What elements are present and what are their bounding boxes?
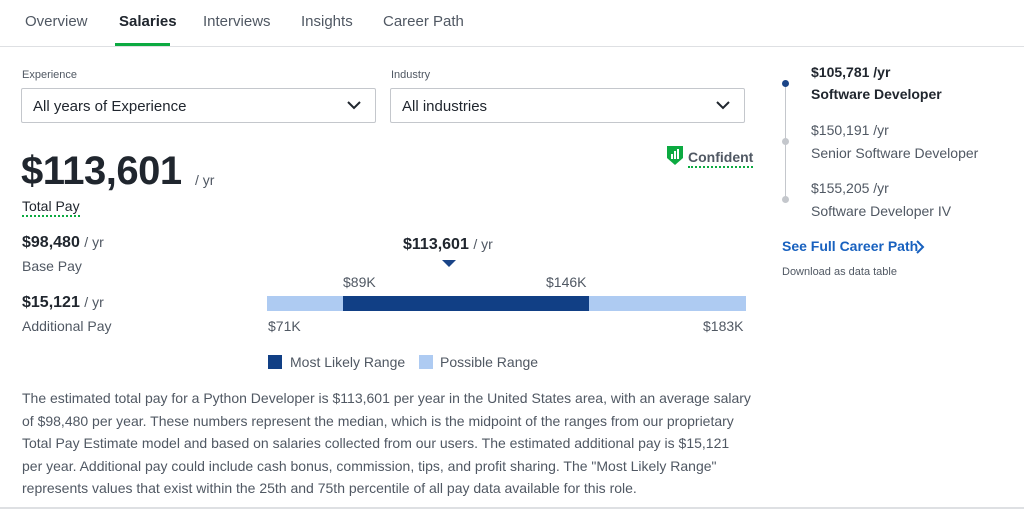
- confidence-label: Confident: [688, 149, 754, 168]
- tab-overview[interactable]: Overview: [25, 13, 88, 30]
- additional-pay-unit: / yr: [84, 294, 104, 310]
- likely-high-label: $146K: [546, 274, 587, 290]
- additional-pay-amount: $15,121 / yr: [22, 294, 104, 312]
- tab-insights[interactable]: Insights: [301, 13, 353, 30]
- total-pay-amount: $113,601: [21, 149, 182, 193]
- industry-select[interactable]: All industries: [390, 88, 745, 123]
- median-value: $113,601: [403, 236, 469, 253]
- experience-select-value: All years of Experience: [33, 98, 187, 115]
- chevron-down-icon: [716, 101, 730, 110]
- base-pay-amount: $98,480 / yr: [22, 234, 104, 252]
- legend-likely-swatch: [268, 355, 282, 369]
- base-pay-label: Base Pay: [22, 258, 82, 274]
- base-pay-unit: / yr: [84, 234, 104, 250]
- career-step-salary: $105,781 /yr: [811, 64, 891, 80]
- chevron-right-icon[interactable]: [915, 240, 925, 254]
- career-step-dot: [782, 138, 789, 145]
- career-step-title: Software Developer: [811, 86, 942, 102]
- tab-career-path[interactable]: Career Path: [383, 13, 464, 30]
- tab-salaries[interactable]: Salaries: [119, 13, 177, 30]
- additional-pay-value: $15,121: [22, 294, 80, 311]
- tab-bar: Overview Salaries Interviews Insights Ca…: [0, 0, 1024, 47]
- download-data-table-link[interactable]: Download as data table: [782, 266, 897, 278]
- shield-bar-chart-icon: [667, 146, 683, 165]
- possible-high-label: $183K: [703, 318, 744, 334]
- see-full-career-path-link[interactable]: See Full Career Path: [782, 238, 918, 254]
- chevron-down-icon: [347, 101, 361, 110]
- industry-label: Industry: [391, 69, 431, 81]
- legend-possible-label: Possible Range: [440, 354, 539, 370]
- possible-low-label: $71K: [268, 318, 301, 334]
- base-pay-value: $98,480: [22, 234, 80, 251]
- likely-low-label: $89K: [343, 274, 376, 290]
- career-step-title: Software Developer IV: [811, 203, 952, 219]
- additional-pay-label: Additional Pay: [22, 318, 112, 334]
- total-pay-label[interactable]: Total Pay: [22, 198, 80, 217]
- legend-likely-label: Most Likely Range: [290, 354, 406, 370]
- experience-label: Experience: [22, 69, 78, 81]
- most-likely-range-bar: [343, 296, 589, 311]
- career-step-title: Senior Software Developer: [811, 145, 979, 161]
- legend-possible-swatch: [419, 355, 433, 369]
- median-marker: [442, 260, 456, 267]
- median-unit: / yr: [473, 236, 493, 252]
- median-pay-label: $113,601 / yr: [403, 236, 493, 254]
- career-step-dot: [782, 196, 789, 203]
- experience-select[interactable]: All years of Experience: [21, 88, 376, 123]
- total-pay-unit: / yr: [195, 172, 215, 188]
- career-step-salary: $150,191 /yr: [811, 122, 889, 138]
- industry-select-value: All industries: [402, 98, 488, 115]
- active-tab-indicator: [115, 43, 170, 46]
- career-step-dot-current: [782, 80, 789, 87]
- salary-description: The estimated total pay for a Python Dev…: [22, 390, 751, 496]
- tab-interviews[interactable]: Interviews: [203, 13, 271, 30]
- career-step-salary: $155,205 /yr: [811, 180, 889, 196]
